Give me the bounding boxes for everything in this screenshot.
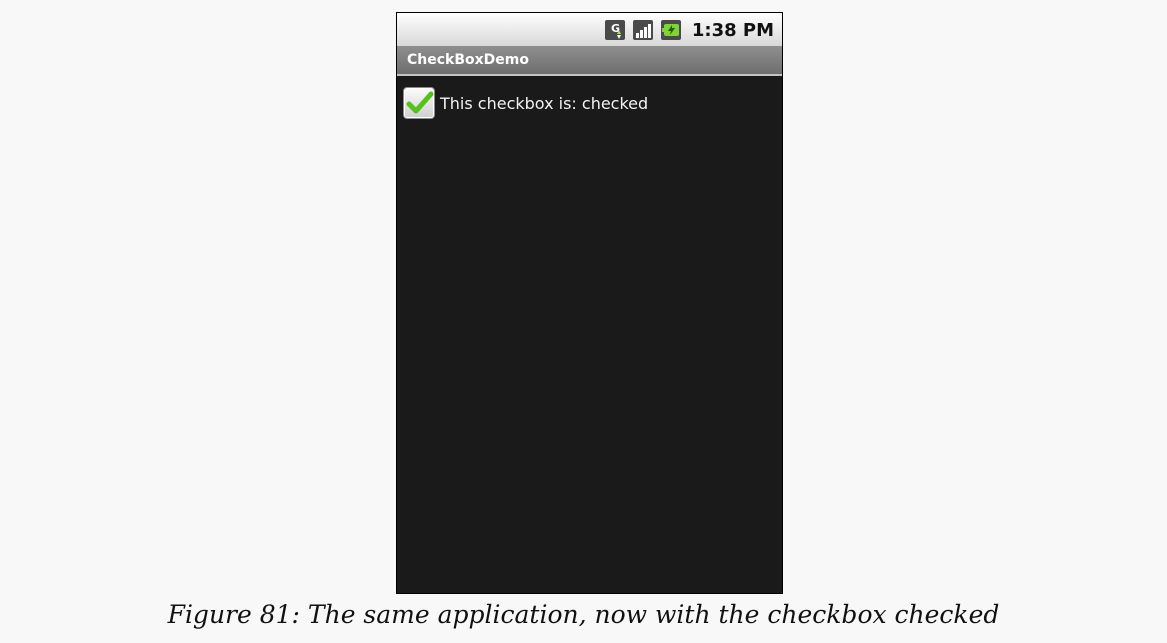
device-screen: G 1:38 PM CheckBoxDemo This checkbox is:… <box>396 12 783 594</box>
app-title: CheckBoxDemo <box>407 52 529 68</box>
app-title-bar: CheckBoxDemo <box>397 47 782 76</box>
checkbox[interactable] <box>403 87 435 119</box>
battery-icon <box>660 19 682 41</box>
checkbox-row[interactable]: This checkbox is: checked <box>403 84 648 122</box>
signal-strength-icon <box>632 19 654 41</box>
figure-caption: Figure 81: The same application, now wit… <box>167 600 1000 629</box>
checkmark-icon <box>406 91 434 114</box>
app-content: This checkbox is: checked <box>397 76 782 593</box>
status-bar: G 1:38 PM <box>397 13 782 47</box>
status-icons: G 1:38 PM <box>604 18 774 42</box>
checkbox-label: This checkbox is: checked <box>440 93 649 113</box>
status-time: 1:38 PM <box>691 19 774 41</box>
network-type-icon: G <box>604 19 626 41</box>
